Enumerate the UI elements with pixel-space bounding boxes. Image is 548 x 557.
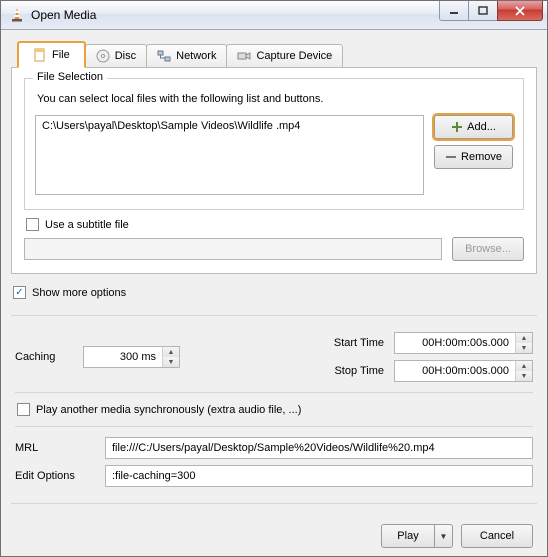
stop-time-spinner[interactable]: ▲▼ bbox=[394, 360, 533, 382]
separator bbox=[15, 426, 533, 427]
tab-network[interactable]: Network bbox=[146, 44, 227, 68]
subtitle-check-row: Use a subtitle file bbox=[26, 218, 524, 231]
mrl-label: MRL bbox=[15, 442, 95, 454]
window-title: Open Media bbox=[31, 8, 96, 22]
maximize-button[interactable] bbox=[468, 1, 498, 21]
play-split-button: Play ▼ bbox=[381, 524, 453, 548]
minimize-button[interactable] bbox=[439, 1, 469, 21]
tab-file[interactable]: File bbox=[17, 41, 86, 68]
button-label: Remove bbox=[461, 151, 502, 163]
dialog-footer: Play ▼ Cancel bbox=[11, 518, 537, 548]
spin-up[interactable]: ▲ bbox=[516, 333, 532, 343]
disc-icon bbox=[96, 49, 110, 63]
show-more-row: Show more options bbox=[13, 286, 537, 299]
play-sync-label: Play another media synchronously (extra … bbox=[36, 404, 301, 416]
minus-icon bbox=[445, 151, 457, 163]
file-selection-group: File Selection You can select local file… bbox=[24, 78, 524, 210]
titlebar: Open Media bbox=[1, 1, 547, 30]
separator bbox=[11, 503, 537, 504]
show-more-label: Show more options bbox=[32, 287, 126, 299]
browse-subtitle-button[interactable]: Browse... bbox=[452, 237, 524, 261]
spin-down[interactable]: ▼ bbox=[163, 357, 179, 367]
dialog-body: File Disc Network Capture Device File Se… bbox=[1, 30, 547, 556]
add-button[interactable]: Add... bbox=[434, 115, 513, 139]
tabstrip: File Disc Network Capture Device bbox=[17, 40, 537, 68]
window-buttons bbox=[440, 1, 543, 21]
caching-label: Caching bbox=[15, 351, 75, 363]
play-button[interactable]: Play bbox=[381, 524, 435, 548]
tab-label: Disc bbox=[115, 50, 136, 62]
edit-options-label: Edit Options bbox=[15, 470, 95, 482]
spin-up[interactable]: ▲ bbox=[163, 347, 179, 357]
plus-icon bbox=[451, 121, 463, 133]
network-icon bbox=[157, 49, 171, 63]
file-selection-hint: You can select local files with the foll… bbox=[37, 93, 513, 105]
file-list[interactable]: C:\Users\payal\Desktop\Sample Videos\Wil… bbox=[35, 115, 424, 195]
tab-label: Network bbox=[176, 50, 216, 62]
play-dropdown[interactable]: ▼ bbox=[435, 524, 453, 548]
button-label: Cancel bbox=[480, 530, 514, 542]
stop-time-label: Stop Time bbox=[334, 365, 384, 377]
caching-input[interactable] bbox=[84, 347, 162, 367]
mrl-field[interactable] bbox=[105, 437, 533, 459]
capture-icon bbox=[237, 49, 251, 63]
button-label: Browse... bbox=[465, 243, 511, 255]
spin-down[interactable]: ▼ bbox=[516, 371, 532, 381]
subtitle-checkbox[interactable] bbox=[26, 218, 39, 231]
subtitle-path-field bbox=[24, 238, 442, 260]
open-media-window: Open Media File Disc Network Capture Dev bbox=[0, 0, 548, 557]
subtitle-checkbox-label: Use a subtitle file bbox=[45, 219, 129, 231]
cancel-button[interactable]: Cancel bbox=[461, 524, 533, 548]
spin-down[interactable]: ▼ bbox=[516, 343, 532, 353]
tab-label: Capture Device bbox=[256, 50, 332, 62]
separator bbox=[11, 315, 537, 316]
file-list-item[interactable]: C:\Users\payal\Desktop\Sample Videos\Wil… bbox=[42, 120, 417, 132]
play-sync-row: Play another media synchronously (extra … bbox=[17, 403, 533, 416]
advanced-options: Caching ▲▼ Start Time ▲▼ Stop Time ▲▼ bbox=[11, 326, 537, 493]
remove-button[interactable]: Remove bbox=[434, 145, 513, 169]
edit-options-field[interactable] bbox=[105, 465, 533, 487]
stop-time-input[interactable] bbox=[395, 361, 515, 381]
caching-spinner[interactable]: ▲▼ bbox=[83, 346, 180, 368]
file-icon bbox=[33, 48, 47, 62]
close-button[interactable] bbox=[497, 1, 543, 21]
start-time-spinner[interactable]: ▲▼ bbox=[394, 332, 533, 354]
start-time-label: Start Time bbox=[334, 337, 384, 349]
button-label: Add... bbox=[467, 121, 496, 133]
chevron-down-icon: ▼ bbox=[440, 532, 448, 541]
vlc-icon bbox=[9, 7, 25, 23]
separator bbox=[15, 392, 533, 393]
button-label: Play bbox=[397, 530, 418, 542]
show-more-checkbox[interactable] bbox=[13, 286, 26, 299]
play-sync-checkbox[interactable] bbox=[17, 403, 30, 416]
tab-label: File bbox=[52, 49, 70, 61]
tab-disc[interactable]: Disc bbox=[85, 44, 147, 68]
tab-panel-file: File Selection You can select local file… bbox=[11, 67, 537, 274]
spin-up[interactable]: ▲ bbox=[516, 361, 532, 371]
tab-capture[interactable]: Capture Device bbox=[226, 44, 343, 68]
group-legend: File Selection bbox=[33, 71, 107, 83]
start-time-input[interactable] bbox=[395, 333, 515, 353]
